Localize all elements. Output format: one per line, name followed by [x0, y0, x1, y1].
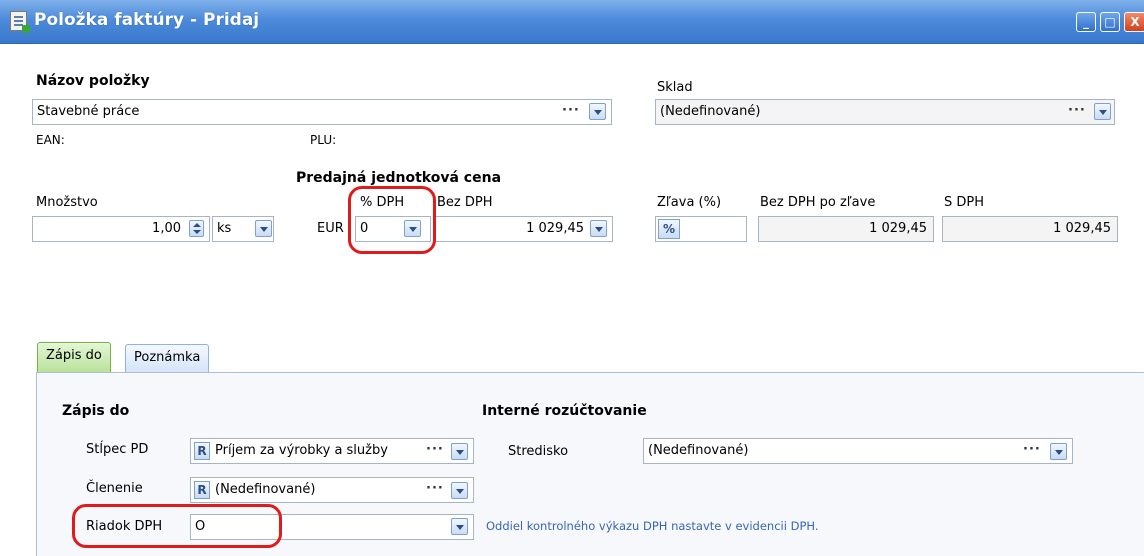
vat-row-dropdown-icon[interactable]: [451, 518, 468, 535]
quantity-label: Množstvo: [36, 195, 98, 210]
tab-poznamka[interactable]: Poznámka: [125, 344, 210, 372]
tab-zapis-do[interactable]: Zápis do: [37, 342, 111, 372]
column-dropdown-icon[interactable]: [451, 443, 468, 460]
window-title: Položka faktúry - Pridaj: [34, 10, 260, 30]
discount-percent-button[interactable]: %: [658, 219, 680, 239]
center-browse-icon[interactable]: ···: [1023, 442, 1041, 457]
quantity-spinner-icon[interactable]: [189, 220, 204, 237]
currency-label: EUR: [317, 221, 344, 236]
without-vat-input[interactable]: 1 029,45: [435, 216, 613, 242]
center-value: (Nedefinované): [648, 443, 749, 458]
without-vat-value: 1 029,45: [526, 221, 584, 236]
after-discount-value: 1 029,45: [869, 221, 927, 236]
without-vat-label: Bez DPH: [437, 195, 493, 210]
division-browse-icon[interactable]: ···: [426, 481, 444, 496]
item-name-label: Názov položky: [36, 73, 150, 89]
price-section-title: Predajná jednotková cena: [296, 170, 502, 186]
minimize-button[interactable]: _: [1076, 12, 1096, 32]
warehouse-dropdown-icon[interactable]: [1094, 103, 1111, 120]
center-select[interactable]: (Nedefinované): [643, 438, 1073, 464]
maximize-icon: □: [1104, 15, 1116, 29]
item-name-dropdown-icon[interactable]: [589, 103, 606, 120]
without-vat-dropdown-icon[interactable]: [590, 220, 607, 237]
unit-value: ks: [217, 221, 232, 236]
column-browse-icon[interactable]: ···: [426, 442, 444, 457]
minimize-icon: _: [1083, 15, 1089, 29]
with-vat-field: 1 029,45: [942, 216, 1118, 242]
internal-section-title: Interné rozúčtovanie: [482, 403, 647, 419]
ean-label: EAN:: [36, 133, 65, 147]
warehouse-value: (Nedefinované): [660, 104, 761, 119]
division-value: (Nedefinované): [215, 482, 316, 497]
center-dropdown-icon[interactable]: [1050, 443, 1067, 460]
close-icon: X: [1130, 15, 1140, 29]
invoice-icon: [10, 11, 30, 33]
after-discount-field: 1 029,45: [758, 216, 934, 242]
division-type-badge: R: [194, 481, 210, 499]
with-vat-label: S DPH: [944, 195, 985, 210]
column-label: Stĺpec PD: [86, 442, 149, 457]
item-name-value: Stavebné práce: [37, 104, 140, 119]
center-label: Stredisko: [508, 444, 569, 459]
with-vat-value: 1 029,45: [1053, 221, 1111, 236]
plu-label: PLU:: [310, 133, 337, 147]
vat-row-note: Oddiel kontrolného výkazu DPH nastavte v…: [486, 519, 819, 533]
maximize-button[interactable]: □: [1100, 12, 1120, 32]
column-type-badge: R: [194, 442, 210, 460]
warehouse-label: Sklad: [657, 80, 693, 95]
vat-row-highlight: [72, 504, 282, 548]
entry-section-title: Zápis do: [62, 403, 130, 419]
quantity-value: 1,00: [152, 221, 181, 236]
division-label: Členenie: [86, 481, 143, 496]
close-button[interactable]: X: [1124, 12, 1144, 32]
warehouse-browse-icon[interactable]: ···: [1068, 103, 1086, 118]
quantity-input[interactable]: 1,00: [32, 216, 210, 242]
warehouse-input[interactable]: (Nedefinované): [655, 99, 1115, 125]
item-name-input[interactable]: Stavebné práce: [32, 99, 612, 125]
column-value: Príjem za výrobky a služby: [215, 443, 388, 458]
vat-percent-highlight: [348, 186, 436, 254]
discount-label: Zľava (%): [657, 195, 722, 210]
division-dropdown-icon[interactable]: [451, 482, 468, 499]
item-name-browse-icon[interactable]: ···: [562, 103, 580, 118]
unit-dropdown-icon[interactable]: [255, 220, 272, 237]
after-discount-label: Bez DPH po zľave: [760, 195, 876, 210]
